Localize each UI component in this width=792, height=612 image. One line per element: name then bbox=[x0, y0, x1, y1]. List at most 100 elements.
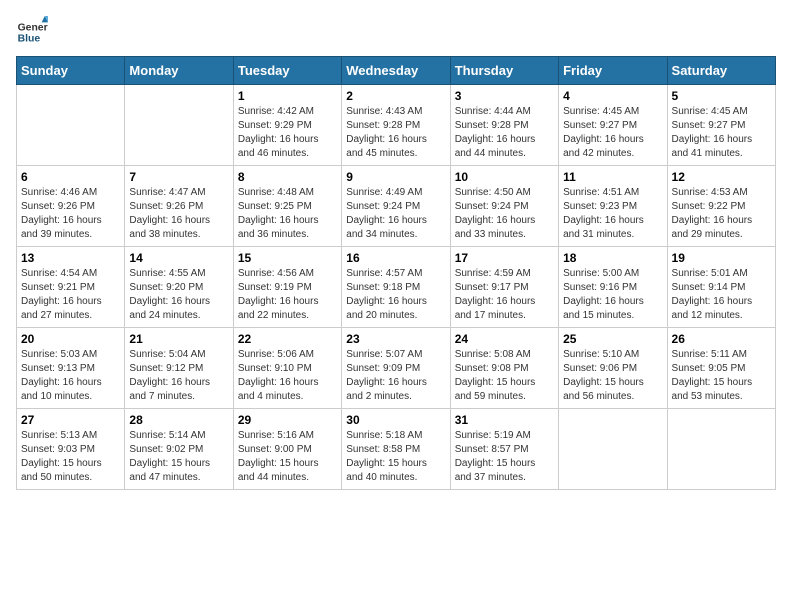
table-row: 26 Sunrise: 5:11 AMSunset: 9:05 PMDaylig… bbox=[667, 328, 775, 409]
calendar-week-1: 1 Sunrise: 4:42 AMSunset: 9:29 PMDayligh… bbox=[17, 85, 776, 166]
calendar-week-4: 20 Sunrise: 5:03 AMSunset: 9:13 PMDaylig… bbox=[17, 328, 776, 409]
day-info: Sunrise: 4:50 AMSunset: 9:24 PMDaylight:… bbox=[455, 186, 554, 242]
day-number: 11 bbox=[563, 170, 662, 184]
day-number: 4 bbox=[563, 89, 662, 103]
day-info: Sunrise: 5:18 AMSunset: 8:58 PMDaylight:… bbox=[346, 429, 445, 485]
day-info: Sunrise: 4:51 AMSunset: 9:23 PMDaylight:… bbox=[563, 186, 662, 242]
day-number: 26 bbox=[672, 332, 771, 346]
table-row: 20 Sunrise: 5:03 AMSunset: 9:13 PMDaylig… bbox=[17, 328, 125, 409]
day-info: Sunrise: 5:10 AMSunset: 9:06 PMDaylight:… bbox=[563, 348, 662, 404]
calendar-week-5: 27 Sunrise: 5:13 AMSunset: 9:03 PMDaylig… bbox=[17, 409, 776, 490]
day-info: Sunrise: 4:45 AMSunset: 9:27 PMDaylight:… bbox=[563, 105, 662, 161]
day-number: 31 bbox=[455, 413, 554, 427]
day-number: 14 bbox=[129, 251, 228, 265]
day-number: 5 bbox=[672, 89, 771, 103]
day-number: 8 bbox=[238, 170, 337, 184]
day-number: 21 bbox=[129, 332, 228, 346]
table-row: 5 Sunrise: 4:45 AMSunset: 9:27 PMDayligh… bbox=[667, 85, 775, 166]
table-row: 30 Sunrise: 5:18 AMSunset: 8:58 PMDaylig… bbox=[342, 409, 450, 490]
day-number: 13 bbox=[21, 251, 120, 265]
table-row: 29 Sunrise: 5:16 AMSunset: 9:00 PMDaylig… bbox=[233, 409, 341, 490]
table-row: 8 Sunrise: 4:48 AMSunset: 9:25 PMDayligh… bbox=[233, 166, 341, 247]
day-number: 28 bbox=[129, 413, 228, 427]
table-row bbox=[559, 409, 667, 490]
table-row: 9 Sunrise: 4:49 AMSunset: 9:24 PMDayligh… bbox=[342, 166, 450, 247]
table-row: 25 Sunrise: 5:10 AMSunset: 9:06 PMDaylig… bbox=[559, 328, 667, 409]
weekday-header-monday: Monday bbox=[125, 57, 233, 85]
day-info: Sunrise: 5:11 AMSunset: 9:05 PMDaylight:… bbox=[672, 348, 771, 404]
day-number: 22 bbox=[238, 332, 337, 346]
day-number: 7 bbox=[129, 170, 228, 184]
day-number: 25 bbox=[563, 332, 662, 346]
day-number: 27 bbox=[21, 413, 120, 427]
table-row bbox=[667, 409, 775, 490]
table-row: 15 Sunrise: 4:56 AMSunset: 9:19 PMDaylig… bbox=[233, 247, 341, 328]
table-row: 16 Sunrise: 4:57 AMSunset: 9:18 PMDaylig… bbox=[342, 247, 450, 328]
table-row bbox=[125, 85, 233, 166]
day-info: Sunrise: 4:44 AMSunset: 9:28 PMDaylight:… bbox=[455, 105, 554, 161]
table-row: 18 Sunrise: 5:00 AMSunset: 9:16 PMDaylig… bbox=[559, 247, 667, 328]
day-info: Sunrise: 5:07 AMSunset: 9:09 PMDaylight:… bbox=[346, 348, 445, 404]
day-info: Sunrise: 5:19 AMSunset: 8:57 PMDaylight:… bbox=[455, 429, 554, 485]
day-number: 19 bbox=[672, 251, 771, 265]
weekday-header-tuesday: Tuesday bbox=[233, 57, 341, 85]
day-info: Sunrise: 4:53 AMSunset: 9:22 PMDaylight:… bbox=[672, 186, 771, 242]
table-row: 2 Sunrise: 4:43 AMSunset: 9:28 PMDayligh… bbox=[342, 85, 450, 166]
table-row: 27 Sunrise: 5:13 AMSunset: 9:03 PMDaylig… bbox=[17, 409, 125, 490]
table-row: 21 Sunrise: 5:04 AMSunset: 9:12 PMDaylig… bbox=[125, 328, 233, 409]
table-row: 7 Sunrise: 4:47 AMSunset: 9:26 PMDayligh… bbox=[125, 166, 233, 247]
calendar-table: SundayMondayTuesdayWednesdayThursdayFrid… bbox=[16, 56, 776, 490]
table-row: 22 Sunrise: 5:06 AMSunset: 9:10 PMDaylig… bbox=[233, 328, 341, 409]
day-number: 9 bbox=[346, 170, 445, 184]
page-header: General Blue bbox=[16, 16, 776, 48]
weekday-header-thursday: Thursday bbox=[450, 57, 558, 85]
table-row: 19 Sunrise: 5:01 AMSunset: 9:14 PMDaylig… bbox=[667, 247, 775, 328]
day-info: Sunrise: 4:48 AMSunset: 9:25 PMDaylight:… bbox=[238, 186, 337, 242]
table-row: 23 Sunrise: 5:07 AMSunset: 9:09 PMDaylig… bbox=[342, 328, 450, 409]
day-info: Sunrise: 4:56 AMSunset: 9:19 PMDaylight:… bbox=[238, 267, 337, 323]
svg-text:Blue: Blue bbox=[18, 34, 41, 45]
table-row: 3 Sunrise: 4:44 AMSunset: 9:28 PMDayligh… bbox=[450, 85, 558, 166]
day-info: Sunrise: 5:08 AMSunset: 9:08 PMDaylight:… bbox=[455, 348, 554, 404]
day-info: Sunrise: 4:49 AMSunset: 9:24 PMDaylight:… bbox=[346, 186, 445, 242]
weekday-header-friday: Friday bbox=[559, 57, 667, 85]
day-info: Sunrise: 4:45 AMSunset: 9:27 PMDaylight:… bbox=[672, 105, 771, 161]
logo: General Blue bbox=[16, 16, 48, 48]
calendar-week-2: 6 Sunrise: 4:46 AMSunset: 9:26 PMDayligh… bbox=[17, 166, 776, 247]
table-row: 1 Sunrise: 4:42 AMSunset: 9:29 PMDayligh… bbox=[233, 85, 341, 166]
day-info: Sunrise: 5:16 AMSunset: 9:00 PMDaylight:… bbox=[238, 429, 337, 485]
day-number: 1 bbox=[238, 89, 337, 103]
day-number: 18 bbox=[563, 251, 662, 265]
svg-text:General: General bbox=[18, 22, 48, 33]
table-row: 6 Sunrise: 4:46 AMSunset: 9:26 PMDayligh… bbox=[17, 166, 125, 247]
day-info: Sunrise: 5:14 AMSunset: 9:02 PMDaylight:… bbox=[129, 429, 228, 485]
day-info: Sunrise: 4:57 AMSunset: 9:18 PMDaylight:… bbox=[346, 267, 445, 323]
day-number: 6 bbox=[21, 170, 120, 184]
calendar-week-3: 13 Sunrise: 4:54 AMSunset: 9:21 PMDaylig… bbox=[17, 247, 776, 328]
weekday-header-sunday: Sunday bbox=[17, 57, 125, 85]
day-number: 16 bbox=[346, 251, 445, 265]
day-info: Sunrise: 5:06 AMSunset: 9:10 PMDaylight:… bbox=[238, 348, 337, 404]
day-info: Sunrise: 5:04 AMSunset: 9:12 PMDaylight:… bbox=[129, 348, 228, 404]
weekday-header-wednesday: Wednesday bbox=[342, 57, 450, 85]
day-info: Sunrise: 4:42 AMSunset: 9:29 PMDaylight:… bbox=[238, 105, 337, 161]
table-row: 12 Sunrise: 4:53 AMSunset: 9:22 PMDaylig… bbox=[667, 166, 775, 247]
day-number: 15 bbox=[238, 251, 337, 265]
table-row: 28 Sunrise: 5:14 AMSunset: 9:02 PMDaylig… bbox=[125, 409, 233, 490]
day-number: 20 bbox=[21, 332, 120, 346]
day-number: 29 bbox=[238, 413, 337, 427]
day-info: Sunrise: 4:43 AMSunset: 9:28 PMDaylight:… bbox=[346, 105, 445, 161]
table-row: 10 Sunrise: 4:50 AMSunset: 9:24 PMDaylig… bbox=[450, 166, 558, 247]
day-number: 10 bbox=[455, 170, 554, 184]
day-number: 23 bbox=[346, 332, 445, 346]
table-row: 31 Sunrise: 5:19 AMSunset: 8:57 PMDaylig… bbox=[450, 409, 558, 490]
day-info: Sunrise: 4:46 AMSunset: 9:26 PMDaylight:… bbox=[21, 186, 120, 242]
day-info: Sunrise: 4:59 AMSunset: 9:17 PMDaylight:… bbox=[455, 267, 554, 323]
table-row: 24 Sunrise: 5:08 AMSunset: 9:08 PMDaylig… bbox=[450, 328, 558, 409]
day-info: Sunrise: 4:47 AMSunset: 9:26 PMDaylight:… bbox=[129, 186, 228, 242]
table-row: 11 Sunrise: 4:51 AMSunset: 9:23 PMDaylig… bbox=[559, 166, 667, 247]
table-row: 17 Sunrise: 4:59 AMSunset: 9:17 PMDaylig… bbox=[450, 247, 558, 328]
table-row: 4 Sunrise: 4:45 AMSunset: 9:27 PMDayligh… bbox=[559, 85, 667, 166]
day-number: 2 bbox=[346, 89, 445, 103]
day-info: Sunrise: 5:03 AMSunset: 9:13 PMDaylight:… bbox=[21, 348, 120, 404]
